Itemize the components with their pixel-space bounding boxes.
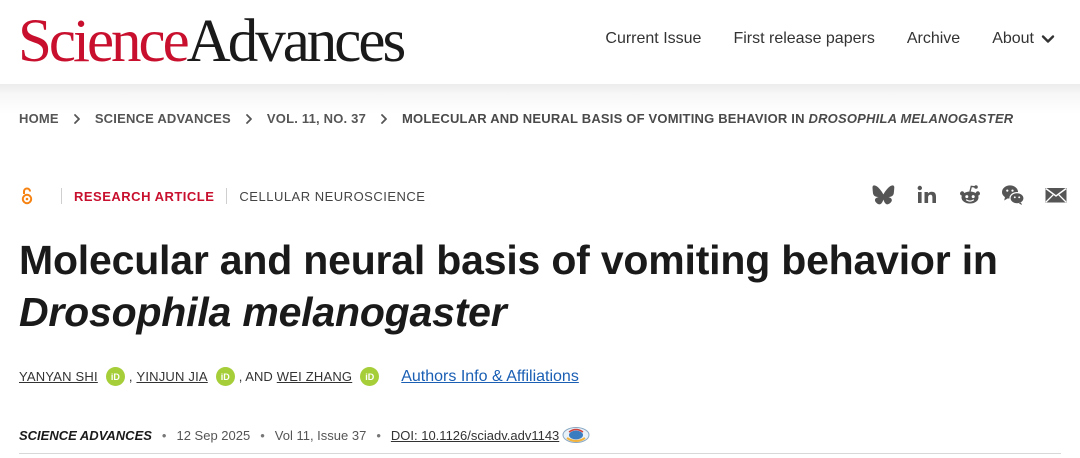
email-icon[interactable] (1044, 183, 1068, 207)
linkedin-icon[interactable] (915, 183, 939, 207)
share-toolbar (872, 183, 1068, 207)
article-meta: RESEARCH ARTICLE CELLULAR NEUROSCIENCE (19, 186, 425, 206)
article-title-line1: Molecular and neural basis of vomiting b… (19, 237, 998, 283)
authors-info-affiliations-link[interactable]: Authors Info & Affiliations (401, 368, 579, 386)
reddit-icon[interactable] (958, 183, 982, 207)
volume-issue: Vol 11, Issue 37 (274, 427, 367, 443)
nav-first-release-papers[interactable]: First release papers (733, 30, 874, 48)
wechat-icon[interactable] (1001, 183, 1025, 207)
orcid-icon[interactable]: iD (105, 367, 125, 386)
article-type-label[interactable]: RESEARCH ARTICLE (74, 189, 214, 204)
nav-current-issue[interactable]: Current Issue (605, 30, 701, 48)
subject-label[interactable]: CELLULAR NEUROSCIENCE (239, 189, 425, 204)
author-list: YANYAN SHI iD , YINJUN JIA iD , AND WEI … (19, 367, 579, 386)
logo-science-text: Science (18, 8, 190, 75)
breadcrumb-issue[interactable]: VOL. 11, NO. 37 (267, 111, 366, 126)
breadcrumb-current-prefix: MOLECULAR AND NEURAL BASIS OF VOMITING B… (402, 111, 809, 126)
breadcrumb-current-species: DROSOPHILA MELANOGASTER (808, 111, 1014, 126)
author-link[interactable]: WEI ZHANG (277, 369, 352, 384)
nav-about[interactable]: About (992, 30, 1056, 48)
breadcrumb-current: MOLECULAR AND NEURAL BASIS OF VOMITING B… (402, 111, 1013, 126)
bluesky-icon[interactable] (872, 183, 896, 207)
author-link[interactable]: YINJUN JIA (136, 369, 207, 384)
breadcrumb-bar: HOME SCIENCE ADVANCES VOL. 11, NO. 37 MO… (0, 84, 1080, 152)
breadcrumb-home[interactable]: HOME (19, 111, 59, 126)
chevron-right-icon (73, 113, 80, 124)
logo-advances-text: Advances (186, 8, 407, 75)
main-nav: Current Issue First release papers Archi… (605, 30, 1056, 48)
science-advances-logo[interactable]: Science Advances (18, 8, 407, 75)
author-link[interactable]: YANYAN SHI (19, 369, 98, 384)
article-title: Molecular and neural basis of vomiting b… (19, 234, 1059, 338)
author-separator: , AND (238, 369, 273, 384)
breadcrumb: HOME SCIENCE ADVANCES VOL. 11, NO. 37 MO… (19, 111, 1013, 126)
nav-archive[interactable]: Archive (907, 30, 960, 48)
dot-separator: • (161, 427, 167, 443)
divider-line (19, 453, 1061, 454)
crossmark-icon[interactable] (561, 426, 591, 444)
orcid-icon[interactable]: iD (360, 367, 380, 386)
site-header: Science Advances Current Issue First rele… (0, 0, 1080, 84)
nav-about-label: About (992, 30, 1034, 47)
author-separator: , (128, 369, 133, 384)
publication-date: 12 Sep 2025 (176, 427, 251, 443)
article-title-species: Drosophila melanogaster (19, 289, 507, 335)
open-access-icon (21, 187, 33, 205)
meta-divider (61, 188, 62, 204)
orcid-icon[interactable]: iD (215, 367, 235, 386)
journal-name: SCIENCE ADVANCES (19, 427, 152, 443)
chevron-right-icon (246, 113, 252, 124)
doi-link[interactable]: DOI: 10.1126/sciadv.adv1143 (391, 428, 559, 443)
chevron-right-icon (381, 113, 387, 124)
citation-line: SCIENCE ADVANCES • 12 Sep 2025 • Vol 11,… (19, 426, 591, 444)
chevron-down-icon (1041, 35, 1055, 43)
dot-separator: • (376, 427, 381, 443)
dot-separator: • (260, 427, 265, 443)
breadcrumb-journal[interactable]: SCIENCE ADVANCES (95, 111, 231, 126)
meta-divider (226, 188, 228, 204)
